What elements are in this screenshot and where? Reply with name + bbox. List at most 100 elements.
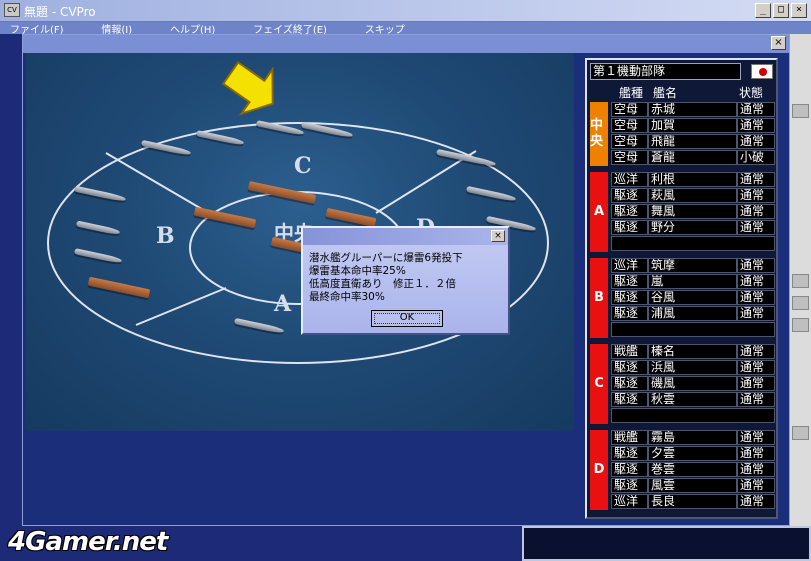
- ship-type: 駆逐: [611, 446, 648, 461]
- table-row[interactable]: 駆逐嵐通常: [611, 274, 775, 290]
- ship-name: 夕雲: [648, 446, 737, 461]
- ship-type: 駆逐: [611, 274, 648, 289]
- table-row[interactable]: 駆逐 舞風 通常: [611, 204, 775, 220]
- ship-name: 野分: [648, 220, 737, 235]
- app-titlebar[interactable]: CV 無題 - CVPro _ □ ×: [0, 0, 811, 22]
- ship-name: 筑摩: [648, 258, 737, 273]
- table-row[interactable]: 駆逐 谷風 通常: [611, 290, 775, 306]
- background-panel: [790, 34, 811, 534]
- ship-name: 風雲: [648, 478, 737, 493]
- menubar: ファイル(F) 情報(I) ヘルプ(H) フェイズ終了(E) スキップ: [0, 22, 811, 34]
- ship-type: 戦艦: [611, 430, 648, 445]
- table-row[interactable]: 駆逐 巻雲 通常: [611, 462, 775, 478]
- ship-status: 通常: [737, 118, 775, 133]
- ship-name: 長良: [648, 494, 737, 509]
- ship-name: 浜風: [648, 360, 737, 375]
- ship-status: 通常: [737, 188, 775, 203]
- maximize-button[interactable]: □: [773, 3, 789, 18]
- app-icon[interactable]: CV: [4, 3, 20, 17]
- ship-type: 駆逐: [611, 306, 648, 321]
- table-row[interactable]: 駆逐 浦風 通常: [611, 306, 775, 322]
- message-dialog-titlebar[interactable]: ×: [303, 228, 508, 245]
- table-row[interactable]: 巡洋 長良 通常: [611, 494, 775, 510]
- group-label: D: [590, 430, 608, 510]
- side-tab[interactable]: [792, 318, 809, 332]
- ship-status: 通常: [737, 392, 775, 407]
- menu-skip[interactable]: スキップ: [365, 25, 405, 34]
- ship-name: 榛名: [648, 344, 737, 359]
- group-label: 中央: [590, 102, 608, 166]
- message-line: 爆雷基本命中率25%: [309, 265, 406, 277]
- menu-end-phase[interactable]: フェイズ終了(E): [253, 25, 327, 34]
- minimize-button[interactable]: _: [755, 3, 771, 18]
- ship-status: 通常: [737, 102, 775, 117]
- ship-type: 空母: [611, 118, 648, 133]
- ship-status: 通常: [737, 204, 775, 219]
- ship-type: 駆逐: [611, 204, 648, 219]
- side-tab[interactable]: [792, 274, 809, 288]
- table-row[interactable]: 巡洋 筑摩 通常: [611, 258, 775, 274]
- battle-window-close-button[interactable]: ×: [771, 36, 786, 50]
- ship-type: 駆逐: [611, 220, 648, 235]
- table-row[interactable]: 駆逐 浜風 通常: [611, 360, 775, 376]
- ship-type: 空母: [611, 134, 648, 149]
- battle-window-titlebar[interactable]: ×: [23, 35, 789, 53]
- table-row[interactable]: 駆逐 野分 通常: [611, 220, 775, 236]
- ship-name: 磯風: [648, 376, 737, 391]
- ship-type: 戦艦: [611, 344, 648, 359]
- side-tab[interactable]: [792, 296, 809, 310]
- table-row[interactable]: 空母 赤城 通常: [611, 102, 775, 118]
- header-name: 艦名: [653, 86, 678, 100]
- table-row[interactable]: 巡洋 利根 通常: [611, 172, 775, 188]
- ship-name: 蒼龍: [648, 150, 737, 165]
- message-dialog: × 潜水艦グルーパーに爆雷6発投下 爆雷基本命中率25% 低高度直衛あり 修正１…: [301, 226, 510, 335]
- table-row[interactable]: 駆逐 風雲 通常: [611, 478, 775, 494]
- ship-name: 浦風: [648, 306, 737, 321]
- ok-button[interactable]: OK: [371, 310, 443, 327]
- watermark: 4Gamer.net: [8, 527, 168, 557]
- zone-label-a: A: [274, 291, 292, 317]
- table-row[interactable]: 駆逐 萩風 通常: [611, 188, 775, 204]
- menu-file[interactable]: ファイル(F): [10, 25, 64, 34]
- menu-help[interactable]: ヘルプ(H): [170, 25, 215, 34]
- table-row[interactable]: 空母 蒼龍 小破: [611, 150, 775, 166]
- ship-status: 通常: [737, 462, 775, 477]
- fleet-panel: 第１機動部隊 艦種 艦名 状態 中央 空母 赤城 通常 空母 加賀 通常 空母 飛龍 通常 空母 蒼龍…: [585, 58, 778, 519]
- ship-status: 通常: [737, 258, 775, 273]
- side-tab[interactable]: [792, 104, 809, 118]
- empty-row: [611, 322, 775, 337]
- ship-name: 飛龍: [648, 134, 737, 149]
- ship-status: 通常: [737, 478, 775, 493]
- menu-info[interactable]: 情報(I): [101, 25, 132, 34]
- close-button[interactable]: ×: [791, 3, 807, 18]
- ship-type: 駆逐: [611, 360, 648, 375]
- ship-name: 嵐: [648, 274, 737, 289]
- table-row[interactable]: 駆逐 磯風 通常: [611, 376, 775, 392]
- ship-type: 駆逐: [611, 188, 648, 203]
- message-dialog-close-button[interactable]: ×: [491, 230, 505, 242]
- table-row[interactable]: 駆逐 夕雲 通常: [611, 446, 775, 462]
- table-row[interactable]: 空母 飛龍 通常: [611, 134, 775, 150]
- status-box: [522, 526, 811, 561]
- table-row[interactable]: 戦艦 榛名 通常: [611, 344, 775, 360]
- table-row[interactable]: 駆逐 秋雲 通常: [611, 392, 775, 408]
- table-row[interactable]: 戦艦 霧島 通常: [611, 430, 775, 446]
- message-line: 低高度直衛あり 修正１．２倍: [309, 278, 456, 290]
- group-label: B: [590, 258, 608, 338]
- ship-name: 巻雲: [648, 462, 737, 477]
- app-title: 無題 - CVPro: [24, 5, 96, 19]
- ship-status: 通常: [737, 360, 775, 375]
- message-line: 最終命中率30%: [309, 291, 385, 303]
- ship-type: 巡洋: [611, 172, 648, 187]
- ship-status: 通常: [737, 494, 775, 509]
- table-row[interactable]: 空母 加賀 通常: [611, 118, 775, 134]
- ship-type: 空母: [611, 102, 648, 117]
- header-status: 状態: [739, 86, 764, 100]
- ship-status: 通常: [737, 306, 775, 321]
- ship-status: 通常: [737, 376, 775, 391]
- ship-type: 駆逐: [611, 462, 648, 477]
- ship-name: 谷風: [648, 290, 737, 305]
- ship-name: 利根: [648, 172, 737, 187]
- side-tab[interactable]: [792, 426, 809, 440]
- ship-name: 加賀: [648, 118, 737, 133]
